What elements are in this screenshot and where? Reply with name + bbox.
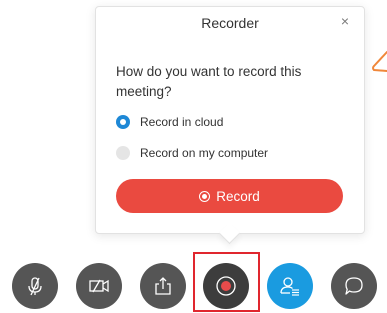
video-camera-off-icon (89, 279, 109, 293)
radio-unselected-icon[interactable] (116, 146, 130, 160)
chat-bubble-icon (345, 277, 363, 295)
radio-selected-icon[interactable] (116, 115, 130, 129)
popover-title: Recorder (201, 15, 259, 31)
microphone-muted-icon (28, 277, 42, 296)
mute-button[interactable] (12, 263, 58, 309)
participants-icon (280, 277, 299, 296)
chat-button[interactable] (331, 263, 377, 309)
share-button[interactable] (140, 263, 186, 309)
record-icon (199, 190, 211, 202)
recorder-popover: Recorder × How do you want to record thi… (95, 6, 365, 234)
video-button[interactable] (76, 263, 122, 309)
record-start-button[interactable]: Record (116, 179, 343, 213)
record-button-label: Record (216, 188, 260, 204)
share-upload-icon (155, 277, 171, 295)
record-button[interactable] (203, 263, 249, 309)
participants-button[interactable] (267, 263, 313, 309)
close-icon[interactable]: × (338, 14, 352, 28)
option-label-cloud: Record in cloud (140, 115, 224, 129)
record-icon (216, 276, 236, 296)
option-label-computer: Record on my computer (140, 146, 269, 160)
orange-edge-shape (372, 51, 387, 72)
option-record-in-cloud[interactable]: Record in cloud (116, 115, 223, 129)
option-record-on-computer[interactable]: Record on my computer (116, 146, 268, 160)
record-question: How do you want to record this meeting? (116, 64, 302, 99)
